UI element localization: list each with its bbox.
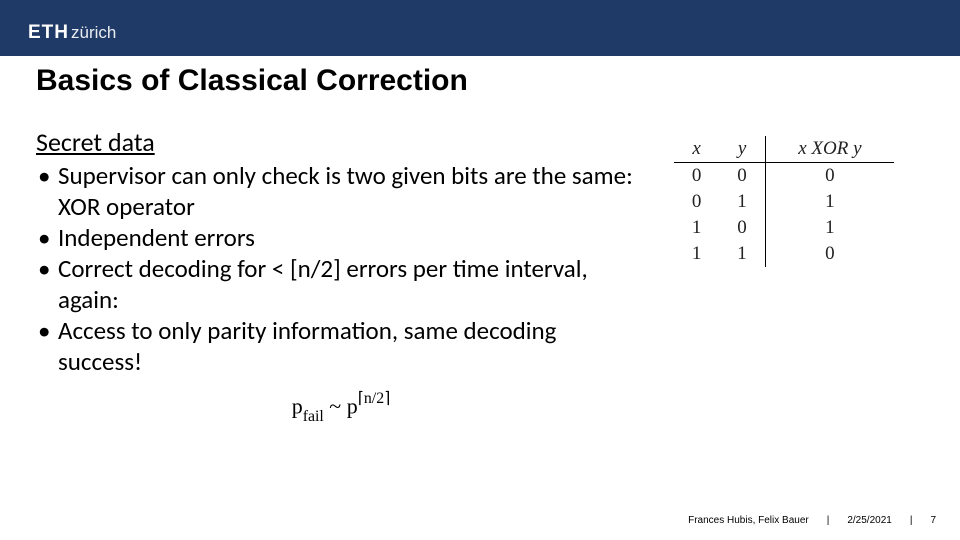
cell: 0 bbox=[719, 163, 765, 190]
col-y: y bbox=[719, 136, 765, 163]
cell: 0 bbox=[674, 189, 719, 215]
list-item: Independent errors bbox=[36, 222, 646, 253]
list-item: Access to only parity information, same … bbox=[36, 315, 646, 377]
cell: 0 bbox=[674, 163, 719, 190]
cell: 1 bbox=[674, 215, 719, 241]
cell: 0 bbox=[765, 241, 894, 267]
footer-date: 2/25/2021 bbox=[847, 515, 892, 526]
cell: 0 bbox=[719, 215, 765, 241]
table-row: 0 1 1 bbox=[674, 189, 894, 215]
slide-title: Basics of Classical Correction bbox=[0, 56, 960, 98]
list-item: Correct decoding for < [n/2] errors per … bbox=[36, 253, 646, 315]
logo-bold: ETH bbox=[28, 22, 69, 44]
xor-table-column: x y x XOR y 0 0 0 0 1 1 1 0 bbox=[674, 126, 894, 267]
slide-footer: Frances Hubis, Felix Bauer | 2/25/2021 |… bbox=[688, 515, 936, 526]
table-row: 1 0 1 bbox=[674, 215, 894, 241]
header-bar: ETH zürich bbox=[0, 0, 960, 56]
cell: 1 bbox=[765, 215, 894, 241]
cell: 1 bbox=[674, 241, 719, 267]
footer-sep-2: | bbox=[910, 515, 913, 526]
table-row: 0 0 0 bbox=[674, 163, 894, 190]
col-xor: x XOR y bbox=[765, 136, 894, 163]
formula-p: p bbox=[292, 394, 303, 419]
footer-page: 7 bbox=[930, 515, 936, 526]
xor-table: x y x XOR y 0 0 0 0 1 1 1 0 bbox=[674, 136, 894, 267]
formula: pfail ~ p⌈n/2⌉ bbox=[36, 391, 646, 424]
cell: 1 bbox=[719, 189, 765, 215]
footer-sep-1: | bbox=[827, 515, 830, 526]
section-subhead: Secret data bbox=[36, 126, 646, 158]
content-wrap: Secret data Supervisor can only check is… bbox=[0, 98, 960, 425]
footer-authors: Frances Hubis, Felix Bauer bbox=[688, 515, 809, 526]
table-row: 1 1 0 bbox=[674, 241, 894, 267]
cell: 1 bbox=[765, 189, 894, 215]
bullet-list: Supervisor can only check is two given b… bbox=[36, 160, 646, 377]
list-item: Supervisor can only check is two given b… bbox=[36, 160, 646, 222]
cell: 1 bbox=[719, 241, 765, 267]
formula-tilde: ~ bbox=[324, 394, 347, 419]
eth-logo: ETH zürich bbox=[28, 22, 116, 44]
text-column: Secret data Supervisor can only check is… bbox=[36, 126, 646, 425]
logo-light: zürich bbox=[71, 23, 116, 43]
col-x: x bbox=[674, 136, 719, 163]
formula-sub: fail bbox=[303, 408, 324, 425]
formula-p2: p bbox=[347, 394, 358, 419]
formula-exp: ⌈n/2⌉ bbox=[358, 390, 391, 407]
cell: 0 bbox=[765, 163, 894, 190]
table-header-row: x y x XOR y bbox=[674, 136, 894, 163]
